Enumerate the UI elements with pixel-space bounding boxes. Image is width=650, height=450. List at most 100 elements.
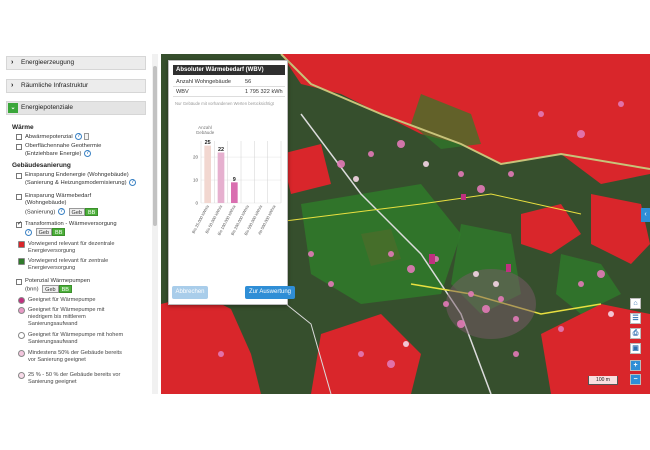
layer-label: Einsparung Wärmebedarf	[25, 193, 92, 199]
chevron-down-icon: ⌄	[8, 103, 18, 113]
red-swatch-icon	[18, 241, 25, 248]
layer-abwaerme[interactable]: Abwärmepotenzial ?	[16, 133, 151, 141]
screenshot-icon[interactable]: ▣	[630, 343, 641, 354]
data-label: 25	[205, 140, 211, 146]
y-axis-label: Gebäude	[196, 130, 215, 135]
layer-label: Transformation - Wärmeversorgung	[25, 221, 117, 227]
row-key: WBV	[176, 89, 189, 95]
legend-wp-2: Geeignet für Wärmepumpe mit niedrigem bi…	[18, 307, 148, 329]
table-row: Anzahl Wohngebäude 56	[173, 77, 285, 87]
layers-icon[interactable]: ☰	[630, 313, 641, 324]
legend-text: Geeignet für Wärmepumpe mit	[28, 307, 105, 313]
layer-einsparung-waermebedarf[interactable]: Einsparung Wärmebedarf (Wohngebäude) (Sa…	[16, 193, 151, 217]
light-pink-swatch-icon	[18, 350, 25, 357]
legend-wp-5: 25 % - 50 % der Gebäude bereits vor Sani…	[18, 372, 148, 386]
cancel-button[interactable]: Abbrechen	[172, 286, 208, 299]
panel-label: Energieerzeugung	[21, 59, 75, 66]
y-tick-label: 20	[193, 155, 199, 160]
help-icon[interactable]: ?	[129, 179, 137, 187]
legend-text: 25 % - 50 % der Gebäude bereits vor	[28, 372, 121, 378]
sidebar-scrollbar-thumb[interactable]	[153, 66, 157, 226]
panel-energieerzeugung[interactable]: › Energieerzeugung	[6, 56, 146, 70]
layer-label: Abwärmepotenzial	[25, 134, 73, 141]
pale-pink-swatch-icon	[18, 372, 25, 379]
legend-text: Sanierungsaufwand	[28, 321, 78, 328]
popup-title: Absoluter Wärmebedarf (WBV)	[173, 65, 285, 75]
section-gebaeudesanierung: Gebäudesanierung	[12, 162, 71, 169]
help-icon[interactable]: ?	[84, 150, 92, 158]
checkbox-checked[interactable]	[16, 221, 22, 228]
legend-wp-4: Mindestens 50% der Gebäude bereits vor S…	[18, 350, 148, 364]
layer-sublabel: (bnn)	[25, 286, 39, 293]
bar	[217, 152, 225, 203]
checkbox[interactable]	[16, 173, 22, 179]
legend-text: Sanierungsaufwand	[28, 339, 78, 346]
layer-label: Potenzial Wärmepumpen	[25, 278, 91, 284]
zoom-in-button[interactable]: +	[630, 360, 641, 371]
legend-text: Sanierung geeignet	[28, 379, 77, 386]
legend-text: Vorwiegend relevant für zentrale	[28, 258, 109, 264]
geb-badge[interactable]: Geb	[35, 228, 53, 237]
chevron-right-icon: ›	[11, 82, 14, 89]
legend-wp-1: Geeignet für Wärmepumpe	[18, 297, 148, 304]
statistics-popup: Absoluter Wärmebedarf (WBV) Anzahl Wohng…	[168, 60, 288, 305]
document-icon[interactable]	[84, 133, 90, 140]
layer-label: Einsparung Endenergie (Wohngebäude)	[25, 172, 129, 178]
legend-text: niedrigem bis mittlerem	[28, 314, 86, 321]
bb-badge[interactable]: BB	[58, 285, 72, 294]
collapse-panel-button[interactable]: ‹	[641, 208, 650, 222]
legend-text: Energieversorgung	[28, 265, 76, 272]
legend-text: Vorwiegend relevant für dezentrale	[28, 241, 115, 247]
legend-zentral: Vorwiegend relevant für zentrale Energie…	[18, 258, 148, 272]
legend-text: Geeignet für Wärmepumpe mit hohem	[28, 332, 124, 338]
layer-einsparung-endenergie[interactable]: Einsparung Endenergie (Wohngebäude) (San…	[16, 172, 151, 188]
layer-sublabel: (Sanierung)	[25, 209, 56, 216]
layer-geothermie[interactable]: Oberflächennahe Geothermie (Entziehbare …	[16, 143, 151, 159]
white-swatch-icon	[18, 332, 25, 339]
legend-text: Energieversorgung	[28, 248, 76, 255]
evaluate-button[interactable]: Zur Auswertung	[245, 286, 295, 299]
y-tick-label: 0	[195, 201, 198, 206]
pink-swatch-icon	[18, 307, 25, 314]
zoom-out-button[interactable]: −	[630, 374, 641, 385]
magenta-swatch-icon	[18, 297, 25, 304]
y-tick-label: 10	[193, 178, 199, 183]
help-icon[interactable]: ?	[25, 228, 32, 236]
home-icon[interactable]: ⌂	[630, 298, 641, 309]
checkbox[interactable]	[16, 194, 22, 200]
help-icon[interactable]: ?	[75, 133, 83, 140]
bar	[231, 182, 238, 203]
data-label: 22	[218, 147, 224, 153]
panel-raeumliche-infrastruktur[interactable]: › Räumliche Infrastruktur	[6, 79, 146, 93]
bb-badge[interactable]: BB	[84, 207, 99, 216]
row-value: 56	[245, 79, 252, 85]
layer-transformation[interactable]: Transformation - Wärmeversorgung ? GebBB	[16, 221, 151, 237]
legend-text: Mindestens 50% der Gebäude bereits	[28, 350, 122, 356]
popup-note: Nur Gebäude mit vorhandenen Werten berüc…	[175, 101, 274, 106]
popup-table: Anzahl Wohngebäude 56 WBV 1 795 322 kWh	[173, 77, 285, 97]
layer-sublabel: (Sanierung & Heizungsmodernisierung)	[25, 180, 127, 187]
bar-chart-svg: AnzahlGebäude0102025Bis 25.000 kWh/a22Bi…	[191, 125, 282, 236]
panel-energiepotenziale[interactable]: ⌄ Energiepotenziale	[6, 101, 146, 115]
panel-label: Räumliche Infrastruktur	[21, 82, 89, 89]
sidebar: › Energieerzeugung › Räumliche Infrastru…	[0, 54, 160, 394]
geb-badge[interactable]: Geb	[68, 207, 85, 216]
data-label: 9	[233, 177, 236, 183]
checkbox[interactable]	[16, 144, 22, 150]
legend-text: vor Sanierung geeignet	[28, 357, 86, 364]
help-icon[interactable]: ?	[57, 208, 65, 216]
checkbox[interactable]	[16, 134, 22, 140]
table-row: WBV 1 795 322 kWh	[173, 87, 285, 97]
geb-badge[interactable]: Geb	[42, 285, 59, 294]
row-value: 1 795 322 kWh	[245, 89, 283, 95]
layer-waermepumpen[interactable]: Potenzial Wärmepumpen (bnn) Geb BB	[16, 278, 151, 294]
legend-dezentral: Vorwiegend relevant für dezentrale Energ…	[18, 241, 148, 255]
legend-wp-3: Geeignet für Wärmepumpe mit hohem Sanier…	[18, 332, 148, 346]
panel-label: Energiepotenziale	[21, 104, 74, 111]
layer-sublabel: (Wohngebäude)	[25, 200, 67, 207]
print-icon[interactable]: ⎙	[630, 328, 641, 339]
bb-badge[interactable]: BB	[52, 228, 66, 237]
row-key: Anzahl Wohngebäude	[176, 79, 231, 85]
checkbox[interactable]	[16, 279, 22, 285]
chevron-right-icon: ›	[11, 59, 14, 66]
